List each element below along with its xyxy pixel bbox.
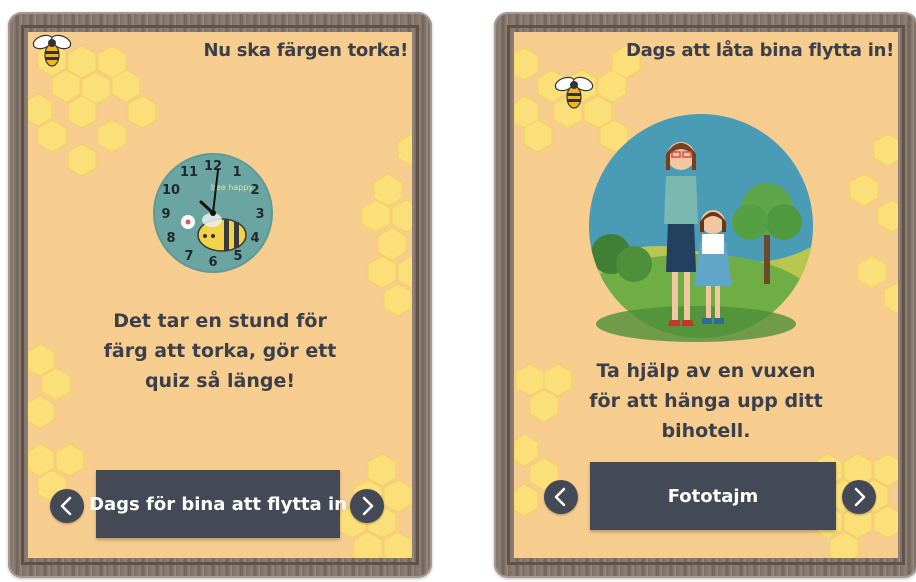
slide-body: Ta hjälp av en vuxen för att hänga upp d… [514,356,898,446]
clock-number: 11 [180,165,198,180]
next-button[interactable] [842,480,876,514]
clock-number: 10 [162,183,180,198]
next-step-button[interactable]: Fototajm [590,462,836,530]
slide-panel: Nu ska färgen torka! 12 1 2 3 4 5 6 7 8 … [28,32,412,558]
clock-number: 3 [255,207,264,222]
body-line: för att hänga upp ditt [589,390,823,412]
next-step-button[interactable]: Dags för bina att flytta in [89,470,347,538]
body-line: färg att torka, gör ett [103,340,337,362]
clock-number: 6 [208,255,217,270]
body-line: Ta hjälp av en vuxen [596,360,816,382]
clock-number: 9 [161,207,170,222]
bee-icon [554,76,594,109]
clock-number: 1 [232,165,241,180]
clock-number: 5 [233,249,242,264]
chevron-left-icon [554,487,566,507]
next-button[interactable] [350,489,384,523]
clock-number: 7 [184,249,193,264]
slide-title: Nu ska färgen torka! [203,40,409,61]
prev-button[interactable] [50,489,84,523]
slide-card-1: Nu ska färgen torka! 12 1 2 3 4 5 6 7 8 … [8,12,432,578]
clock-number: 12 [204,159,222,174]
prev-button[interactable] [544,480,578,514]
mother-and-daughter-illustration [589,114,813,342]
slide-panel: Dags att låta bina flytta in! Ta hjälp a… [514,32,898,558]
slide-title: Dags att låta bina flytta in! [625,40,894,61]
clock-number: 8 [166,231,175,246]
clock-number: 4 [250,231,259,246]
body-line: quiz så länge! [144,370,296,392]
body-line: bihotell. [661,420,751,442]
slide-body: Det tar en stund för färg att torka, gör… [28,306,412,396]
bee-clock-illustration: 12 1 2 3 4 5 6 7 8 9 10 11 bee happy [153,153,273,273]
chevron-right-icon [854,487,866,507]
bee-icon [32,34,72,67]
body-line: Det tar en stund för [113,310,327,332]
chevron-left-icon [60,496,72,516]
slide-card-2: Dags att låta bina flytta in! Ta hjälp a… [494,12,916,578]
chevron-right-icon [362,496,374,516]
